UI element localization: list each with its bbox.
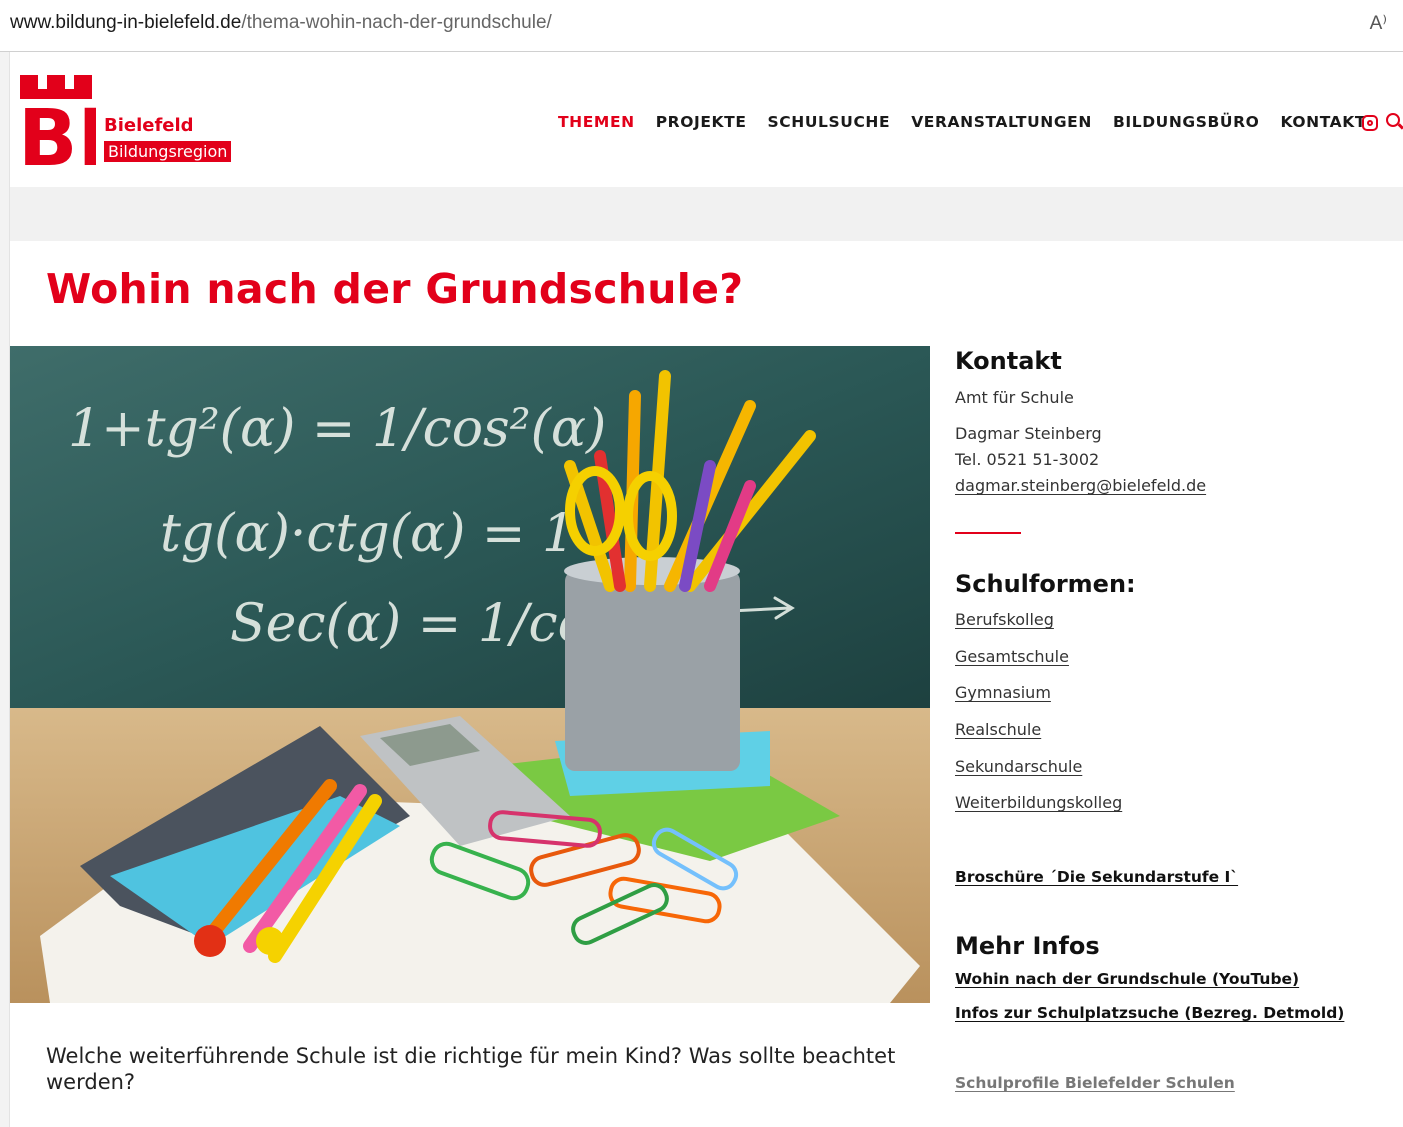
contact-office: Amt für Schule bbox=[955, 388, 1074, 407]
page-title: Wohin nach der Grundschule? bbox=[46, 265, 744, 313]
browser-left-edge bbox=[0, 52, 10, 1127]
sidebar: Kontakt Amt für Schule Dagmar Steinberg … bbox=[955, 346, 1395, 1092]
brochure-link[interactable]: Broschüre ´Die Sekundarstufe I` bbox=[955, 868, 1395, 886]
url-text[interactable]: www.bildung-in-bielefeld.de/thema-wohin-… bbox=[10, 12, 552, 34]
schulformen-heading: Schulformen: bbox=[955, 570, 1136, 598]
schulprofile-link[interactable]: Schulprofile Bielefelder Schulen bbox=[955, 1074, 1395, 1092]
nav-schulsuche[interactable]: SCHULSUCHE bbox=[768, 113, 891, 131]
hero-image: 1+tg²(α) = 1/cos²(α) tg(α)·ctg(α) = 1 Se… bbox=[10, 346, 930, 1003]
youtube-link[interactable]: Wohin nach der Grundschule (YouTube) bbox=[955, 970, 1395, 988]
schulformen-list: Berufskolleg Gesamtschule Gymnasium Real… bbox=[955, 610, 1395, 830]
search-icon[interactable] bbox=[1386, 113, 1400, 127]
schulform-link[interactable]: Berufskolleg bbox=[955, 610, 1395, 647]
red-divider bbox=[955, 532, 1021, 534]
instagram-icon[interactable] bbox=[1362, 115, 1378, 131]
logo-city: Bielefeld bbox=[104, 115, 194, 136]
main-navigation: THEMEN PROJEKTE SCHULSUCHE VERANSTALTUNG… bbox=[558, 113, 1387, 131]
schulform-link[interactable]: Gesamtschule bbox=[955, 647, 1395, 684]
site-logo[interactable]: BI Bielefeld Bildungsregion bbox=[20, 75, 250, 167]
schulform-link[interactable]: Weiterbildungskolleg bbox=[955, 793, 1395, 830]
logo-letters: BI bbox=[20, 94, 96, 167]
nav-projekte[interactable]: PROJEKTE bbox=[656, 113, 747, 131]
nav-veranstaltungen[interactable]: VERANSTALTUNGEN bbox=[911, 113, 1092, 131]
contact-phone: Tel. 0521 51-3002 bbox=[955, 450, 1100, 469]
contact-person: Dagmar Steinberg bbox=[955, 424, 1102, 443]
schulform-link[interactable]: Gymnasium bbox=[955, 683, 1395, 720]
contact-heading: Kontakt bbox=[955, 347, 1062, 375]
url-path: /thema-wohin-nach-der-grundschule/ bbox=[241, 12, 552, 33]
schulform-link[interactable]: Sekundarschule bbox=[955, 757, 1395, 794]
mehr-infos-heading: Mehr Infos bbox=[955, 932, 1100, 961]
contact-email-link[interactable]: dagmar.steinberg@bielefeld.de bbox=[955, 473, 1395, 499]
read-aloud-icon[interactable]: A⁾ bbox=[1370, 12, 1387, 35]
intro-text: Welche weiterführende Schule ist die ric… bbox=[46, 1044, 896, 1094]
chalk-line-1: 1+tg²(α) = 1/cos²(α) bbox=[68, 399, 606, 459]
nav-themen[interactable]: THEMEN bbox=[558, 113, 635, 131]
site-header: BI Bielefeld Bildungsregion THEMEN PROJE… bbox=[10, 53, 1403, 187]
pen-cup bbox=[565, 571, 740, 771]
chalk-line-2: tg(α)·ctg(α) = 1 bbox=[160, 504, 575, 564]
bi-logo-mark-icon: BI bbox=[20, 75, 96, 167]
schulform-link[interactable]: Realschule bbox=[955, 720, 1395, 757]
browser-address-bar[interactable]: www.bildung-in-bielefeld.de/thema-wohin-… bbox=[0, 0, 1403, 52]
schulplatzsuche-link[interactable]: Infos zur Schulplatzsuche (Bezreg. Detmo… bbox=[955, 1004, 1395, 1022]
nav-kontakt[interactable]: KONTAKT bbox=[1280, 113, 1366, 131]
breadcrumb-band bbox=[10, 187, 1403, 241]
nav-bildungsbuero[interactable]: BILDUNGSBÜRO bbox=[1113, 113, 1259, 131]
logo-region: Bildungsregion bbox=[104, 141, 232, 162]
url-host: www.bildung-in-bielefeld.de bbox=[10, 12, 242, 33]
